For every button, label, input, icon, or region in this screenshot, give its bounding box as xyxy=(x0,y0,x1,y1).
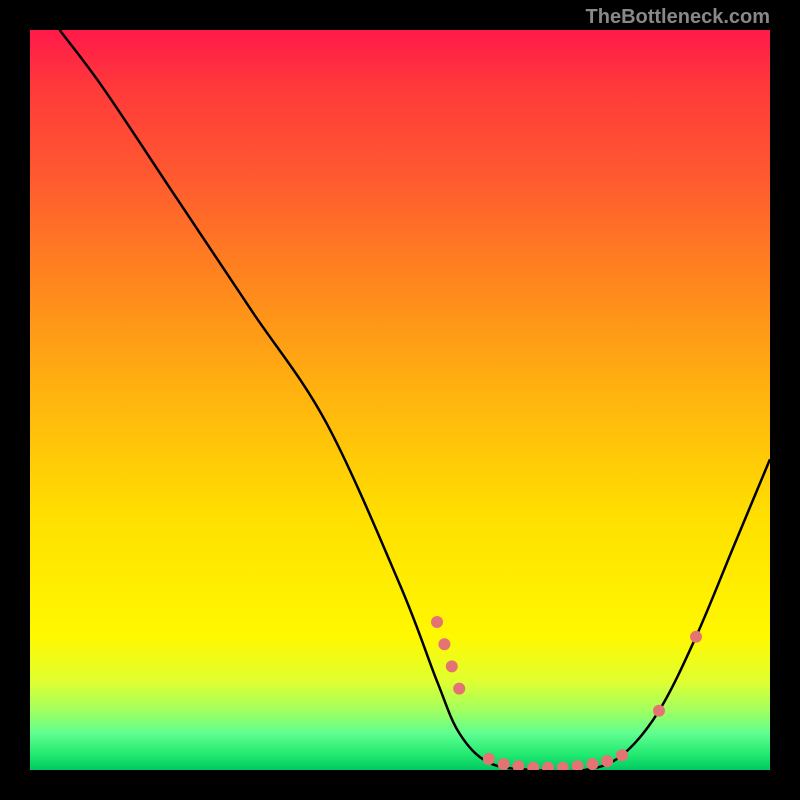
curve-data-dot xyxy=(498,758,510,770)
watermark-text: TheBottleneck.com xyxy=(586,6,770,29)
curve-data-dot xyxy=(431,616,443,628)
curve-data-dot xyxy=(653,705,665,717)
curve-data-dot xyxy=(586,758,598,770)
curve-data-dot xyxy=(446,660,458,672)
curve-dots-group xyxy=(431,616,702,770)
curve-data-dot xyxy=(601,755,613,767)
curve-data-dot xyxy=(483,753,495,765)
curve-data-dot xyxy=(453,683,465,695)
chart-plot-area xyxy=(30,30,770,770)
curve-data-dot xyxy=(557,762,569,770)
curve-data-dot xyxy=(690,631,702,643)
curve-data-dot xyxy=(512,760,524,770)
bottleneck-curve-path xyxy=(60,30,770,770)
curve-data-dot xyxy=(572,760,584,770)
curve-data-dot xyxy=(616,749,628,761)
curve-data-dot xyxy=(527,762,539,770)
curve-data-dot xyxy=(438,638,450,650)
curve-data-dot xyxy=(542,762,554,770)
bottleneck-curve-svg xyxy=(30,30,770,770)
